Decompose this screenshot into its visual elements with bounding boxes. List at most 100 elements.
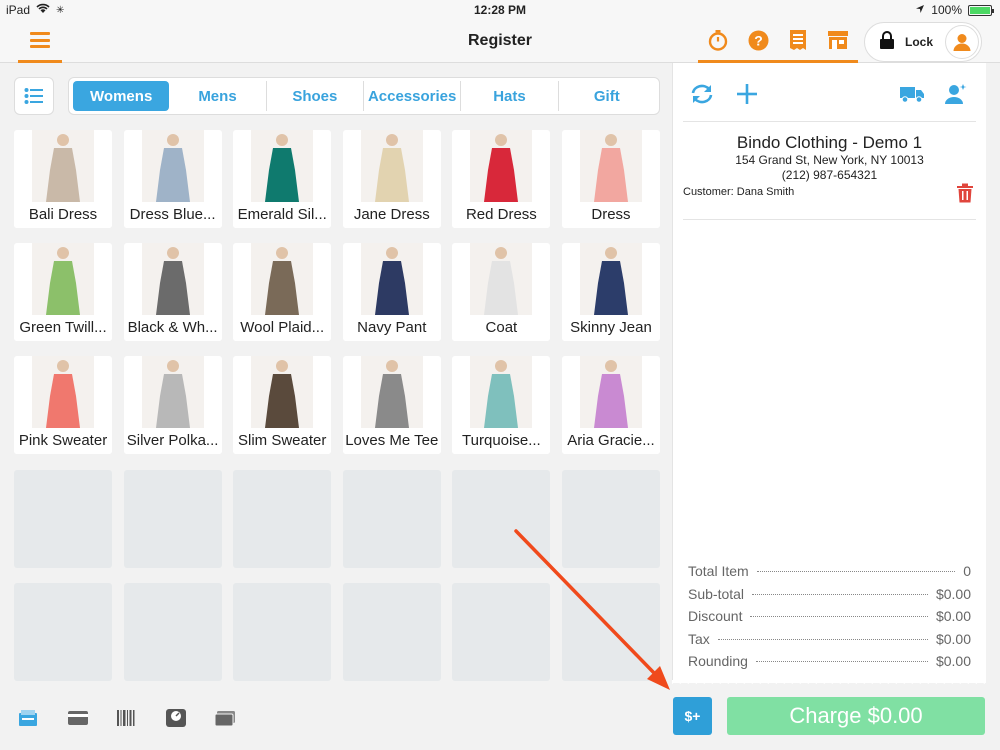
timer-icon[interactable]	[707, 29, 729, 51]
product-name: Navy Pant	[342, 315, 441, 341]
leader-dots	[750, 616, 928, 617]
product-name: Slim Sweater	[233, 428, 332, 454]
product-tile[interactable]: Skinny Jean	[561, 243, 660, 341]
empty-tile[interactable]	[123, 583, 222, 681]
product-tile[interactable]: Emerald Sil...	[233, 130, 332, 228]
product-name: Dress	[561, 202, 660, 228]
product-image	[141, 243, 204, 315]
store-icon[interactable]	[827, 29, 849, 51]
nav-bar: Register ? Lock	[0, 20, 1000, 63]
barcode-icon[interactable]	[116, 706, 165, 730]
product-tile[interactable]: Pink Sweater	[14, 356, 112, 454]
product-image	[360, 243, 423, 315]
product-tile[interactable]: Red Dress	[452, 130, 551, 228]
location-arrow-icon	[915, 3, 925, 17]
leader-dots	[755, 661, 928, 662]
product-tile[interactable]: Turquoise...	[452, 356, 551, 454]
product-tile[interactable]: Dress Blue...	[123, 130, 222, 228]
total-value: $0.00	[935, 630, 971, 647]
tab-shoes[interactable]: Shoes	[267, 81, 364, 111]
tab-hats[interactable]: Hats	[461, 81, 559, 111]
total-row: Discount $0.00	[688, 608, 971, 631]
product-image	[141, 356, 204, 428]
product-tile[interactable]: Bali Dress	[14, 130, 112, 228]
empty-tile[interactable]	[233, 583, 332, 681]
empty-tile[interactable]	[561, 470, 660, 568]
empty-tile[interactable]	[342, 583, 441, 681]
product-name: Aria Gracie...	[561, 428, 660, 454]
total-row: Sub-total $0.00	[688, 586, 971, 609]
product-tile[interactable]: Wool Plaid...	[233, 243, 332, 341]
add-money-button[interactable]: $+	[673, 697, 712, 735]
sync-icon[interactable]	[689, 81, 715, 107]
product-image	[32, 130, 94, 202]
user-avatar[interactable]	[945, 25, 979, 59]
product-tile[interactable]: Dress	[561, 130, 660, 228]
product-tile[interactable]: Loves Me Tee	[342, 356, 441, 454]
product-tile[interactable]: Green Twill...	[14, 243, 112, 341]
help-icon[interactable]: ?	[747, 29, 769, 51]
receipt-edge	[672, 680, 986, 686]
add-customer-icon[interactable]	[943, 81, 969, 107]
receipt-icon[interactable]	[787, 29, 809, 51]
empty-tile[interactable]	[342, 470, 441, 568]
product-name: Silver Polka...	[123, 428, 222, 454]
product-name: Pink Sweater	[14, 428, 112, 454]
gift-card-icon[interactable]	[214, 706, 263, 730]
list-view-button[interactable]	[14, 77, 54, 115]
product-image	[251, 130, 314, 202]
battery-percent: 100%	[931, 3, 962, 17]
register-icon[interactable]	[18, 706, 67, 730]
product-image	[251, 243, 314, 315]
product-image	[579, 356, 642, 428]
product-name: Red Dress	[452, 202, 551, 228]
scale-icon[interactable]	[165, 706, 214, 730]
empty-tile[interactable]	[452, 583, 551, 681]
product-tile[interactable]: Aria Gracie...	[561, 356, 660, 454]
product-tile[interactable]: Silver Polka...	[123, 356, 222, 454]
menu-button[interactable]	[18, 20, 62, 63]
customer-name: Customer: Dana Smith	[683, 186, 795, 198]
empty-tile[interactable]	[452, 470, 551, 568]
total-value: $0.00	[935, 653, 971, 669]
trash-icon[interactable]	[956, 183, 974, 208]
user-icon	[953, 34, 971, 51]
product-tile[interactable]: Navy Pant	[342, 243, 441, 341]
delivery-truck-icon[interactable]	[899, 81, 925, 107]
product-image	[360, 130, 423, 202]
battery-fill	[970, 6, 990, 14]
product-name: Loves Me Tee	[342, 428, 441, 454]
tab-womens[interactable]: Womens	[73, 81, 170, 111]
add-icon[interactable]	[734, 81, 760, 107]
empty-tile[interactable]	[14, 470, 112, 568]
tab-mens[interactable]: Mens	[169, 81, 267, 111]
empty-tile[interactable]	[14, 583, 112, 681]
product-tile[interactable]: Slim Sweater	[233, 356, 332, 454]
product-tile[interactable]: Coat	[452, 243, 551, 341]
product-image	[360, 356, 423, 428]
total-label: Sub-total	[688, 585, 745, 602]
total-row: Rounding $0.00	[688, 653, 971, 676]
tab-gift[interactable]: Gift	[559, 81, 655, 111]
total-value: 0	[963, 563, 971, 579]
credit-card-icon[interactable]	[67, 706, 116, 730]
store-phone: (212) 987-654321	[781, 168, 878, 182]
status-bar: iPad ✳ 12:28 PM 100%	[0, 0, 1000, 20]
product-tile[interactable]: Black & Wh...	[123, 243, 222, 341]
empty-tile[interactable]	[561, 583, 660, 681]
tab-accessories[interactable]: Accessories	[364, 81, 462, 111]
product-name: Wool Plaid...	[233, 315, 332, 341]
product-tile[interactable]: Jane Dress	[342, 130, 441, 228]
payment-methods-bar	[18, 706, 263, 730]
product-name: Dress Blue...	[123, 202, 222, 228]
totals-summary: Total Item 0 Sub-total $0.00 Discount $0.00 Ta…	[688, 563, 971, 676]
cart-panel: Bindo Clothing - Demo 1 154 Grand St, Ne…	[672, 63, 986, 683]
product-image	[32, 243, 94, 315]
charge-button[interactable]: Charge $0.00	[727, 697, 985, 735]
empty-tile[interactable]	[123, 470, 222, 568]
total-label: Tax	[688, 630, 710, 647]
total-label: Rounding	[688, 653, 748, 669]
lock-button[interactable]: Lock	[864, 22, 982, 62]
total-value: $0.00	[935, 585, 971, 602]
empty-tile[interactable]	[233, 470, 332, 568]
